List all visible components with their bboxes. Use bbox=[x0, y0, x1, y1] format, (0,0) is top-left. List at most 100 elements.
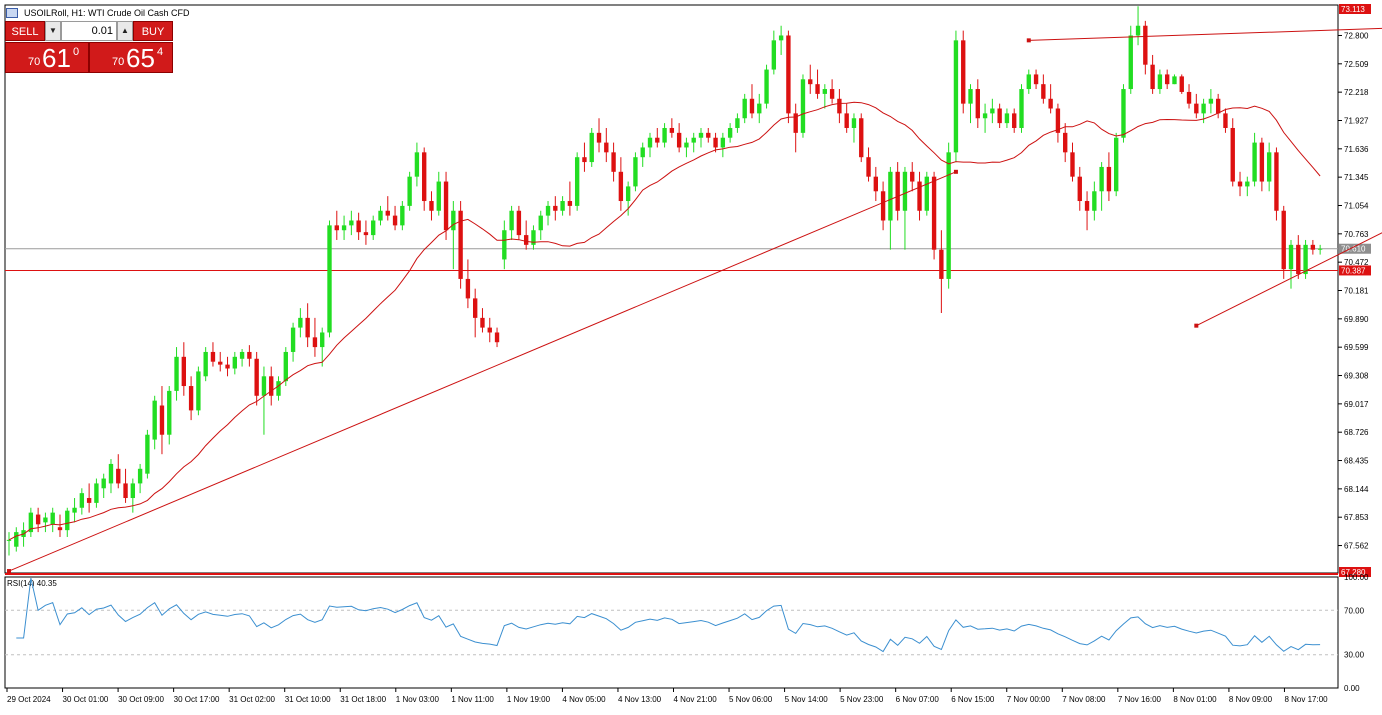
candle bbox=[145, 434, 150, 474]
lot-size-input[interactable]: 0.01 bbox=[61, 21, 117, 41]
candle bbox=[1048, 98, 1053, 109]
rsi-axis-label: 0.00 bbox=[1344, 684, 1360, 693]
candle bbox=[108, 463, 114, 484]
main-chart-frame bbox=[4, 4, 1339, 574]
candle bbox=[873, 176, 878, 192]
candle bbox=[290, 327, 296, 352]
candle bbox=[378, 210, 383, 221]
sell-price-sup: 0 bbox=[73, 46, 80, 58]
lot-decrease-button[interactable]: ▼ bbox=[45, 21, 61, 41]
buy-price-box[interactable]: 70 65 4 bbox=[89, 42, 173, 73]
candle bbox=[851, 118, 857, 128]
candle bbox=[210, 351, 216, 362]
candle bbox=[1077, 176, 1082, 202]
time-axis-label: 7 Nov 00:00 bbox=[1007, 695, 1051, 704]
candle bbox=[392, 215, 398, 226]
time-axis-label: 6 Nov 07:00 bbox=[896, 695, 940, 704]
candle bbox=[1266, 152, 1272, 182]
trendline[interactable] bbox=[8, 171, 957, 572]
candle bbox=[640, 147, 645, 158]
hline-price-label: 70.387 bbox=[1341, 266, 1366, 275]
candle bbox=[6, 539, 12, 541]
candle bbox=[1063, 132, 1068, 153]
candle bbox=[480, 317, 485, 328]
trendline-anchor[interactable] bbox=[1194, 323, 1199, 328]
candle bbox=[982, 113, 988, 119]
candle bbox=[349, 220, 354, 226]
candle bbox=[159, 405, 165, 435]
price-axis-label: 71.054 bbox=[1344, 201, 1369, 210]
candle bbox=[101, 478, 106, 489]
trendline-anchor[interactable] bbox=[7, 569, 11, 574]
candle bbox=[50, 512, 55, 525]
rsi-axis-label: 70.00 bbox=[1344, 606, 1365, 615]
candle bbox=[385, 210, 390, 216]
candle bbox=[516, 210, 522, 236]
candle bbox=[65, 510, 70, 531]
candle bbox=[567, 201, 573, 206]
candle bbox=[1128, 35, 1133, 90]
buy-button[interactable]: BUY bbox=[133, 21, 173, 41]
chart-grid-icon[interactable] bbox=[6, 8, 18, 18]
candle bbox=[1004, 113, 1010, 124]
candle bbox=[72, 507, 77, 513]
candle bbox=[742, 98, 747, 119]
candle bbox=[604, 142, 609, 153]
time-axis-label: 5 Nov 06:00 bbox=[729, 695, 773, 704]
time-axis-label: 31 Oct 18:00 bbox=[340, 695, 386, 704]
candle bbox=[1252, 142, 1257, 182]
candle bbox=[269, 376, 274, 396]
candle bbox=[990, 108, 995, 114]
candle bbox=[327, 225, 332, 333]
sell-price-box[interactable]: 70 61 0 bbox=[5, 42, 89, 73]
price-axis-label: 69.017 bbox=[1344, 400, 1369, 409]
time-axis-label: 7 Nov 08:00 bbox=[1062, 695, 1106, 704]
time-axis-label: 7 Nov 16:00 bbox=[1118, 695, 1162, 704]
candle bbox=[1092, 191, 1097, 211]
candle bbox=[815, 84, 820, 94]
candle bbox=[917, 181, 922, 211]
candle bbox=[196, 371, 201, 411]
candle bbox=[356, 220, 361, 233]
price-axis-label: 71.345 bbox=[1344, 173, 1369, 182]
candle bbox=[1186, 91, 1192, 104]
candle bbox=[1281, 210, 1286, 270]
trendline-anchor[interactable] bbox=[1026, 38, 1031, 43]
time-axis-label: 29 Oct 2024 bbox=[7, 695, 51, 704]
price-axis-label: 68.435 bbox=[1344, 457, 1369, 466]
one-click-trading-panel: SELL ▼ 0.01 ▲ BUY 70 61 0 70 65 4 bbox=[5, 21, 173, 73]
candle bbox=[808, 79, 813, 85]
candle bbox=[509, 210, 514, 231]
time-axis-label: 4 Nov 05:00 bbox=[562, 695, 606, 704]
trendline-anchor[interactable] bbox=[953, 169, 958, 174]
candle bbox=[363, 232, 369, 236]
time-axis-label: 31 Oct 10:00 bbox=[285, 695, 331, 704]
sell-button[interactable]: SELL bbox=[5, 21, 45, 41]
candle bbox=[720, 137, 726, 148]
candle bbox=[1114, 137, 1119, 192]
candle bbox=[276, 381, 281, 396]
candle bbox=[764, 69, 769, 104]
rsi-line bbox=[16, 577, 1321, 653]
candle bbox=[961, 40, 966, 104]
price-chart[interactable]: 72.800 72.509 72.218 71.927 71.636 71.345 71.0… bbox=[0, 0, 1382, 710]
price-axis-label: 67.562 bbox=[1344, 542, 1369, 551]
candle bbox=[261, 376, 267, 396]
candle bbox=[859, 118, 864, 158]
candle bbox=[203, 351, 208, 377]
time-axis-label: 8 Nov 01:00 bbox=[1173, 695, 1217, 704]
candle bbox=[1012, 113, 1017, 128]
candle bbox=[902, 171, 908, 211]
candle bbox=[1230, 127, 1235, 182]
candle bbox=[1135, 25, 1141, 36]
rsi-axis-label: 30.00 bbox=[1344, 651, 1365, 660]
price-axis-label: 71.927 bbox=[1344, 116, 1369, 125]
price-axis-label: 69.599 bbox=[1344, 343, 1369, 352]
price-axis-label: 68.726 bbox=[1344, 428, 1369, 437]
trendline[interactable] bbox=[1028, 18, 1382, 41]
time-axis-label: 1 Nov 19:00 bbox=[507, 695, 551, 704]
buy-price-big: 65 bbox=[126, 43, 155, 73]
candle bbox=[305, 317, 310, 338]
lot-increase-button[interactable]: ▲ bbox=[117, 21, 133, 41]
candle bbox=[334, 225, 339, 231]
